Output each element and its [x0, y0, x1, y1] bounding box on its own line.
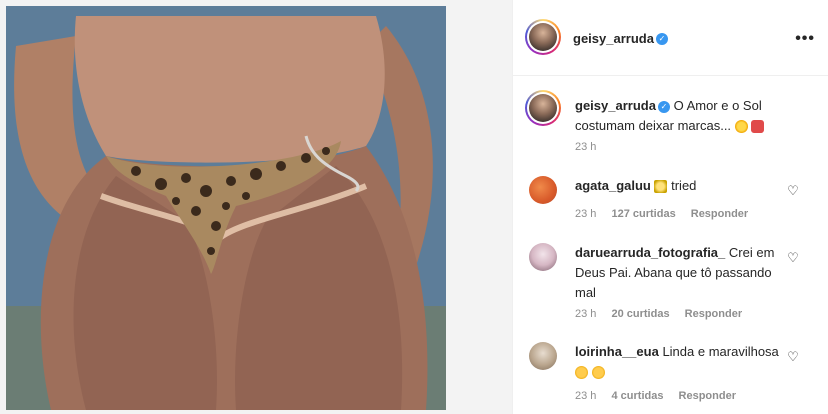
comment-body: agata_galuu tried [575, 176, 785, 196]
comment-body: loirinha__eua Linda e maravilhosa [575, 342, 785, 382]
comment-meta: 23 h 127 curtidas Responder [575, 208, 760, 220]
heart-eyes-emoji-icon [575, 366, 588, 380]
reply-button[interactable]: Responder [685, 308, 742, 320]
post-caption: geisy_arruda ✓ O Amor e o Sol costumam de… [575, 96, 815, 136]
author-avatar-ring[interactable] [525, 19, 561, 55]
comment-time[interactable]: 23 h [575, 208, 596, 220]
comment-body: daruearruda_fotografia_ Crei em Deus Pai… [575, 243, 785, 303]
author-name-row: geisy_arruda ✓ [573, 30, 668, 48]
reply-button[interactable]: Responder [679, 390, 736, 402]
comment-time[interactable]: 23 h [575, 390, 596, 402]
caption-author-avatar[interactable] [529, 94, 557, 122]
instagram-post-window: geisy_arruda ✓ ••• geisy_arruda ✓ O Amor e… [0, 0, 828, 414]
heart-outline-icon[interactable]: ♡ [786, 184, 800, 198]
sparkle-emoji-icon [654, 180, 668, 194]
comment-meta: 23 h 4 curtidas Responder [575, 390, 748, 402]
reply-button[interactable]: Responder [691, 208, 748, 220]
heart-eyes-emoji-icon [591, 366, 605, 380]
post-header: geisy_arruda ✓ ••• [513, 0, 828, 76]
caption-time[interactable]: 23 h [575, 141, 596, 153]
caption-avatar-ring[interactable] [525, 90, 561, 126]
comment-avatar[interactable] [529, 342, 557, 370]
post-media-area [0, 0, 512, 414]
comment-likes[interactable]: 4 curtidas [611, 390, 663, 402]
bikini-emoji-icon [751, 120, 765, 134]
comment-username[interactable]: daruearruda_fotografia_ [575, 245, 725, 260]
comment-time[interactable]: 23 h [575, 308, 596, 320]
caption-username[interactable]: geisy_arruda [575, 98, 656, 113]
more-options-icon[interactable]: ••• [795, 30, 815, 48]
heart-outline-icon[interactable]: ♡ [786, 350, 800, 364]
post-details-panel: geisy_arruda ✓ ••• geisy_arruda ✓ O Amor e… [512, 0, 828, 414]
comment-avatar[interactable] [529, 243, 557, 271]
comment-username[interactable]: agata_galuu [575, 178, 651, 193]
beach-photo-illustration [6, 6, 446, 410]
comment-text: Linda e maravilhosa [662, 344, 779, 359]
comment-text: tried [671, 178, 697, 193]
comment-username[interactable]: loirinha__eua [575, 344, 659, 359]
comment-likes[interactable]: 20 curtidas [611, 308, 669, 320]
caption-meta: 23 h [575, 141, 608, 153]
author-username[interactable]: geisy_arruda [573, 31, 654, 46]
heart-outline-icon[interactable]: ♡ [786, 251, 800, 265]
comment-meta: 23 h 20 curtidas Responder [575, 308, 754, 320]
post-photo[interactable] [6, 6, 446, 410]
sun-emoji-icon [734, 120, 748, 134]
verified-badge-icon: ✓ [655, 32, 668, 45]
verified-badge-icon: ✓ [657, 100, 670, 113]
author-avatar[interactable] [529, 23, 557, 51]
comment-likes[interactable]: 127 curtidas [611, 208, 675, 220]
comment-avatar[interactable] [529, 176, 557, 204]
